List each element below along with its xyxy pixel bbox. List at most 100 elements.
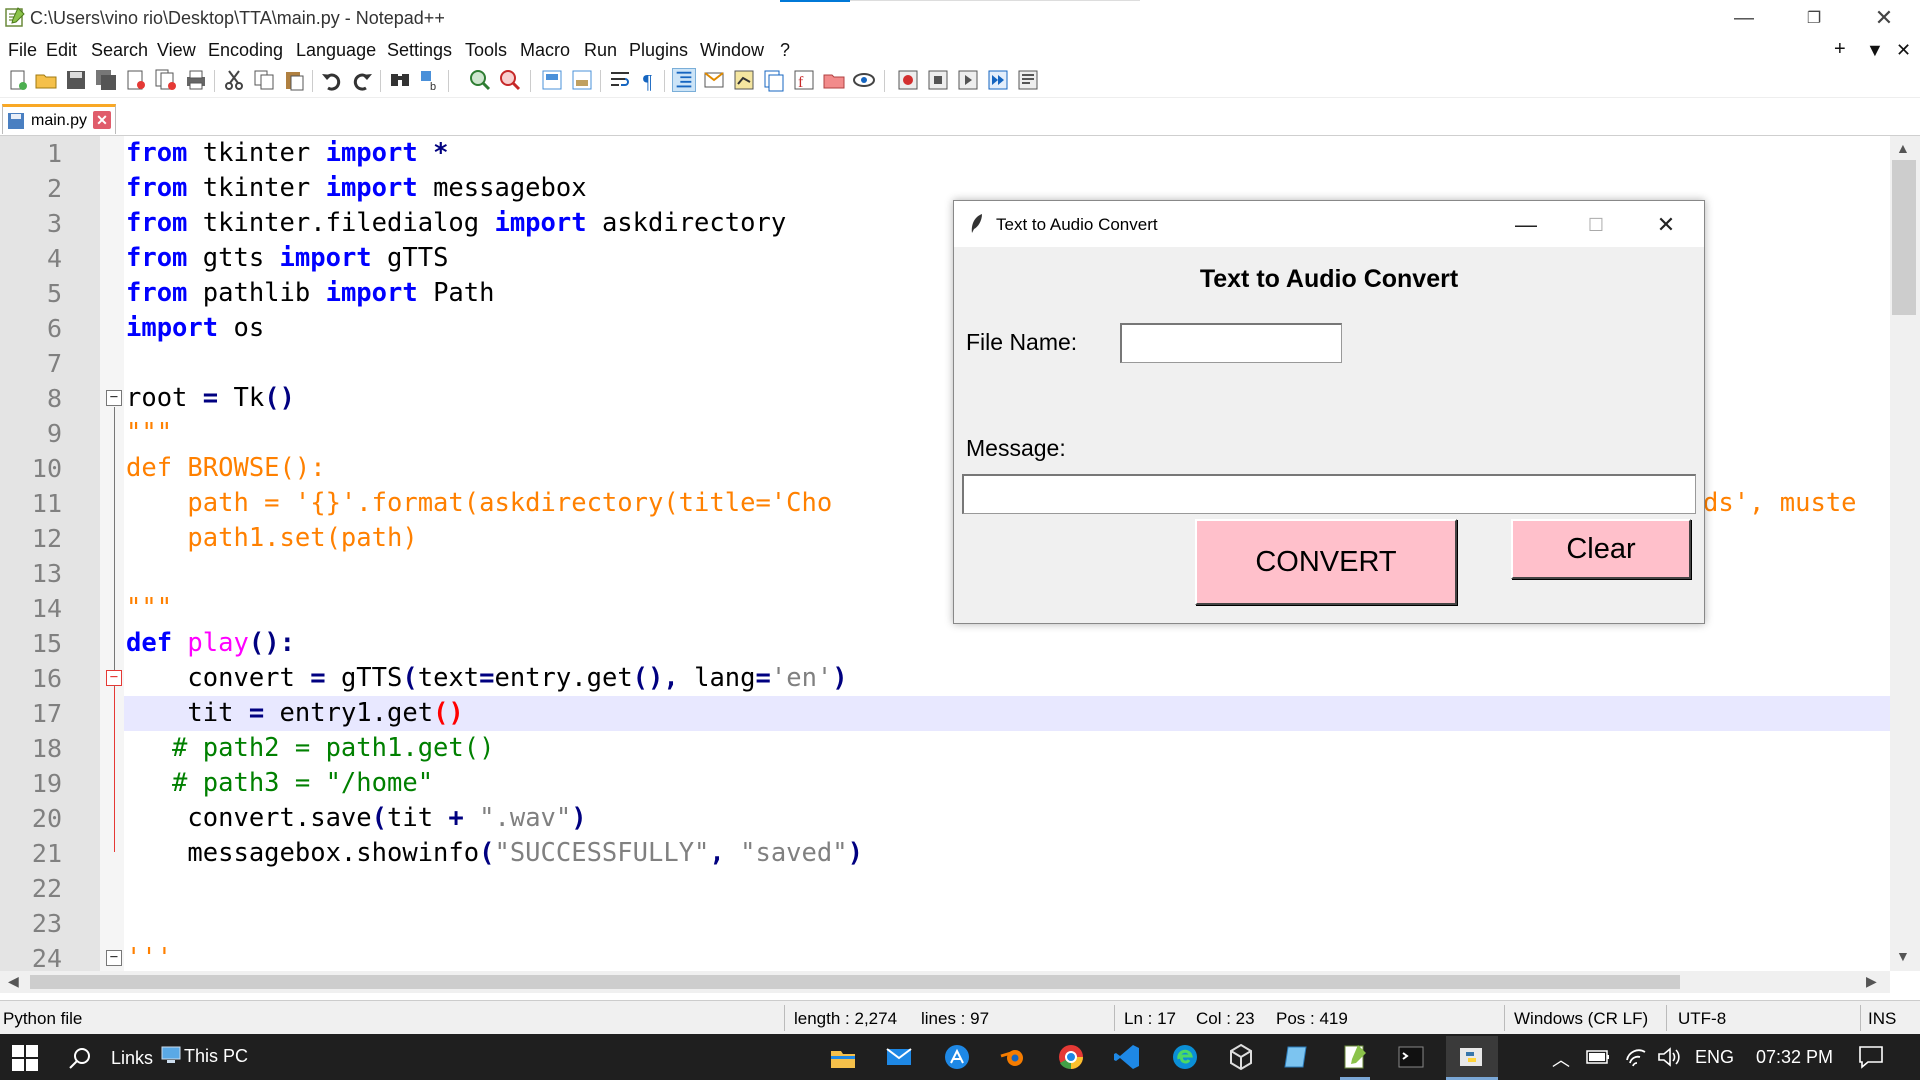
- save-all-icon[interactable]: [94, 68, 118, 92]
- menu-macro[interactable]: Macro: [520, 40, 570, 61]
- save-icon[interactable]: [64, 68, 88, 92]
- clear-button[interactable]: Clear: [1511, 519, 1691, 579]
- taskbar-links[interactable]: Links: [111, 1048, 153, 1069]
- sync-horizontal-icon[interactable]: [570, 68, 594, 92]
- new-file-icon[interactable]: [6, 68, 30, 92]
- svg-text:¶: ¶: [643, 71, 652, 92]
- user-lang-icon[interactable]: [702, 68, 726, 92]
- convert-button[interactable]: CONVERT: [1195, 519, 1457, 605]
- this-pc-icon[interactable]: [160, 1044, 182, 1066]
- tab-close-icon[interactable]: ✕: [93, 111, 111, 129]
- chrome-icon[interactable]: [1056, 1042, 1086, 1072]
- restore-button[interactable]: ❐: [1784, 0, 1844, 36]
- close-file-icon[interactable]: [124, 68, 148, 92]
- word-wrap-icon[interactable]: [608, 68, 632, 92]
- menu-run[interactable]: Run: [584, 40, 617, 61]
- terminal-icon[interactable]: [1396, 1042, 1426, 1072]
- vertical-scroll-thumb[interactable]: [1892, 160, 1916, 315]
- zoom-out-icon[interactable]: [498, 68, 522, 92]
- blender-icon[interactable]: [998, 1042, 1028, 1072]
- paste-icon[interactable]: [282, 68, 306, 92]
- unity-icon[interactable]: [1226, 1042, 1256, 1072]
- python-app-icon[interactable]: [1456, 1042, 1486, 1072]
- edge-icon[interactable]: [1170, 1042, 1200, 1072]
- tray-chevron-icon[interactable]: ︿: [1552, 1046, 1570, 1072]
- scroll-down-icon[interactable]: ▼: [1896, 948, 1910, 964]
- copy-icon[interactable]: [252, 68, 276, 92]
- close-all-icon[interactable]: [154, 68, 178, 92]
- message-input[interactable]: [962, 474, 1696, 514]
- dialog-maximize-button[interactable]: ☐: [1568, 207, 1624, 243]
- save-macro-icon[interactable]: [1016, 68, 1040, 92]
- line-number: 7: [46, 349, 62, 378]
- windows-start-icon[interactable]: [12, 1045, 38, 1071]
- redo-icon[interactable]: [350, 68, 374, 92]
- toolbar-separator: [380, 70, 381, 92]
- indent-guide-icon[interactable]: [672, 68, 696, 92]
- mail-icon[interactable]: [884, 1042, 914, 1072]
- new-tab-plus[interactable]: +: [1834, 38, 1846, 61]
- horizontal-scroll-thumb[interactable]: [30, 975, 1680, 989]
- menu-settings[interactable]: Settings: [387, 40, 452, 61]
- menu-language[interactable]: Language: [296, 40, 376, 61]
- menu-edit[interactable]: Edit: [46, 40, 77, 61]
- stop-macro-icon[interactable]: [926, 68, 950, 92]
- app-store-icon[interactable]: [942, 1042, 972, 1072]
- minimize-button[interactable]: —: [1714, 0, 1774, 36]
- fold-toggle[interactable]: −: [106, 670, 122, 686]
- menu-window[interactable]: Window: [700, 40, 764, 61]
- status-separator: [1504, 1005, 1505, 1031]
- dialog-close-button[interactable]: ✕: [1638, 207, 1694, 243]
- menu-view[interactable]: View: [157, 40, 196, 61]
- vscode-icon[interactable]: [1112, 1042, 1142, 1072]
- search-icon[interactable]: [68, 1046, 92, 1070]
- close-button[interactable]: ✕: [1854, 0, 1914, 36]
- doc-map-icon[interactable]: [732, 68, 756, 92]
- folder-workspace-icon[interactable]: [822, 68, 846, 92]
- fold-margin: [100, 136, 124, 971]
- language-indicator[interactable]: ENG: [1695, 1047, 1734, 1068]
- scroll-right-icon[interactable]: ▶: [1866, 973, 1877, 990]
- menu-help[interactable]: ?: [780, 40, 790, 61]
- zoom-in-icon[interactable]: [468, 68, 492, 92]
- dialog-minimize-button[interactable]: —: [1498, 207, 1554, 243]
- fold-toggle[interactable]: −: [106, 950, 122, 966]
- doc-list-icon[interactable]: [762, 68, 786, 92]
- notifications-icon[interactable]: [1858, 1045, 1884, 1069]
- scroll-up-icon[interactable]: ▲: [1896, 140, 1910, 156]
- replace-icon[interactable]: b: [418, 68, 442, 92]
- tab-main-py[interactable]: main.py ✕: [2, 104, 116, 134]
- menu-tools[interactable]: Tools: [465, 40, 507, 61]
- run-macro-multiple-icon[interactable]: [986, 68, 1010, 92]
- clock[interactable]: 07:32 PM: [1756, 1047, 1833, 1068]
- tab-list-dropdown[interactable]: ▼: [1866, 40, 1884, 61]
- find-icon[interactable]: [388, 68, 412, 92]
- sync-vertical-icon[interactable]: [540, 68, 564, 92]
- notepadpp-taskbar-icon[interactable]: [1340, 1042, 1370, 1072]
- monitoring-icon[interactable]: [852, 68, 876, 92]
- battery-icon[interactable]: [1586, 1048, 1610, 1066]
- menu-search[interactable]: Search: [91, 40, 148, 61]
- fold-toggle[interactable]: −: [106, 390, 122, 406]
- notes-icon[interactable]: [1282, 1042, 1312, 1072]
- scroll-left-icon[interactable]: ◀: [8, 973, 19, 990]
- file-name-input[interactable]: [1120, 323, 1342, 363]
- open-file-icon[interactable]: [34, 68, 58, 92]
- close-tab-x[interactable]: ✕: [1896, 40, 1911, 61]
- menu-encoding[interactable]: Encoding: [208, 40, 283, 61]
- text-to-audio-dialog: Text to Audio Convert — ☐ ✕ Text to Audi…: [953, 200, 1705, 624]
- print-icon[interactable]: [184, 68, 208, 92]
- show-all-chars-icon[interactable]: ¶: [638, 68, 662, 92]
- file-explorer-icon[interactable]: [828, 1042, 858, 1072]
- record-macro-icon[interactable]: [896, 68, 920, 92]
- menu-file[interactable]: File: [8, 40, 37, 61]
- undo-icon[interactable]: [320, 68, 344, 92]
- cut-icon[interactable]: [222, 68, 246, 92]
- wifi-icon[interactable]: [1624, 1046, 1648, 1068]
- line-number: 20: [31, 804, 62, 833]
- menu-plugins[interactable]: Plugins: [629, 40, 688, 61]
- volume-icon[interactable]: [1656, 1046, 1682, 1068]
- function-list-icon[interactable]: f: [792, 68, 816, 92]
- taskbar-thispc[interactable]: This PC: [184, 1046, 248, 1067]
- play-macro-icon[interactable]: [956, 68, 980, 92]
